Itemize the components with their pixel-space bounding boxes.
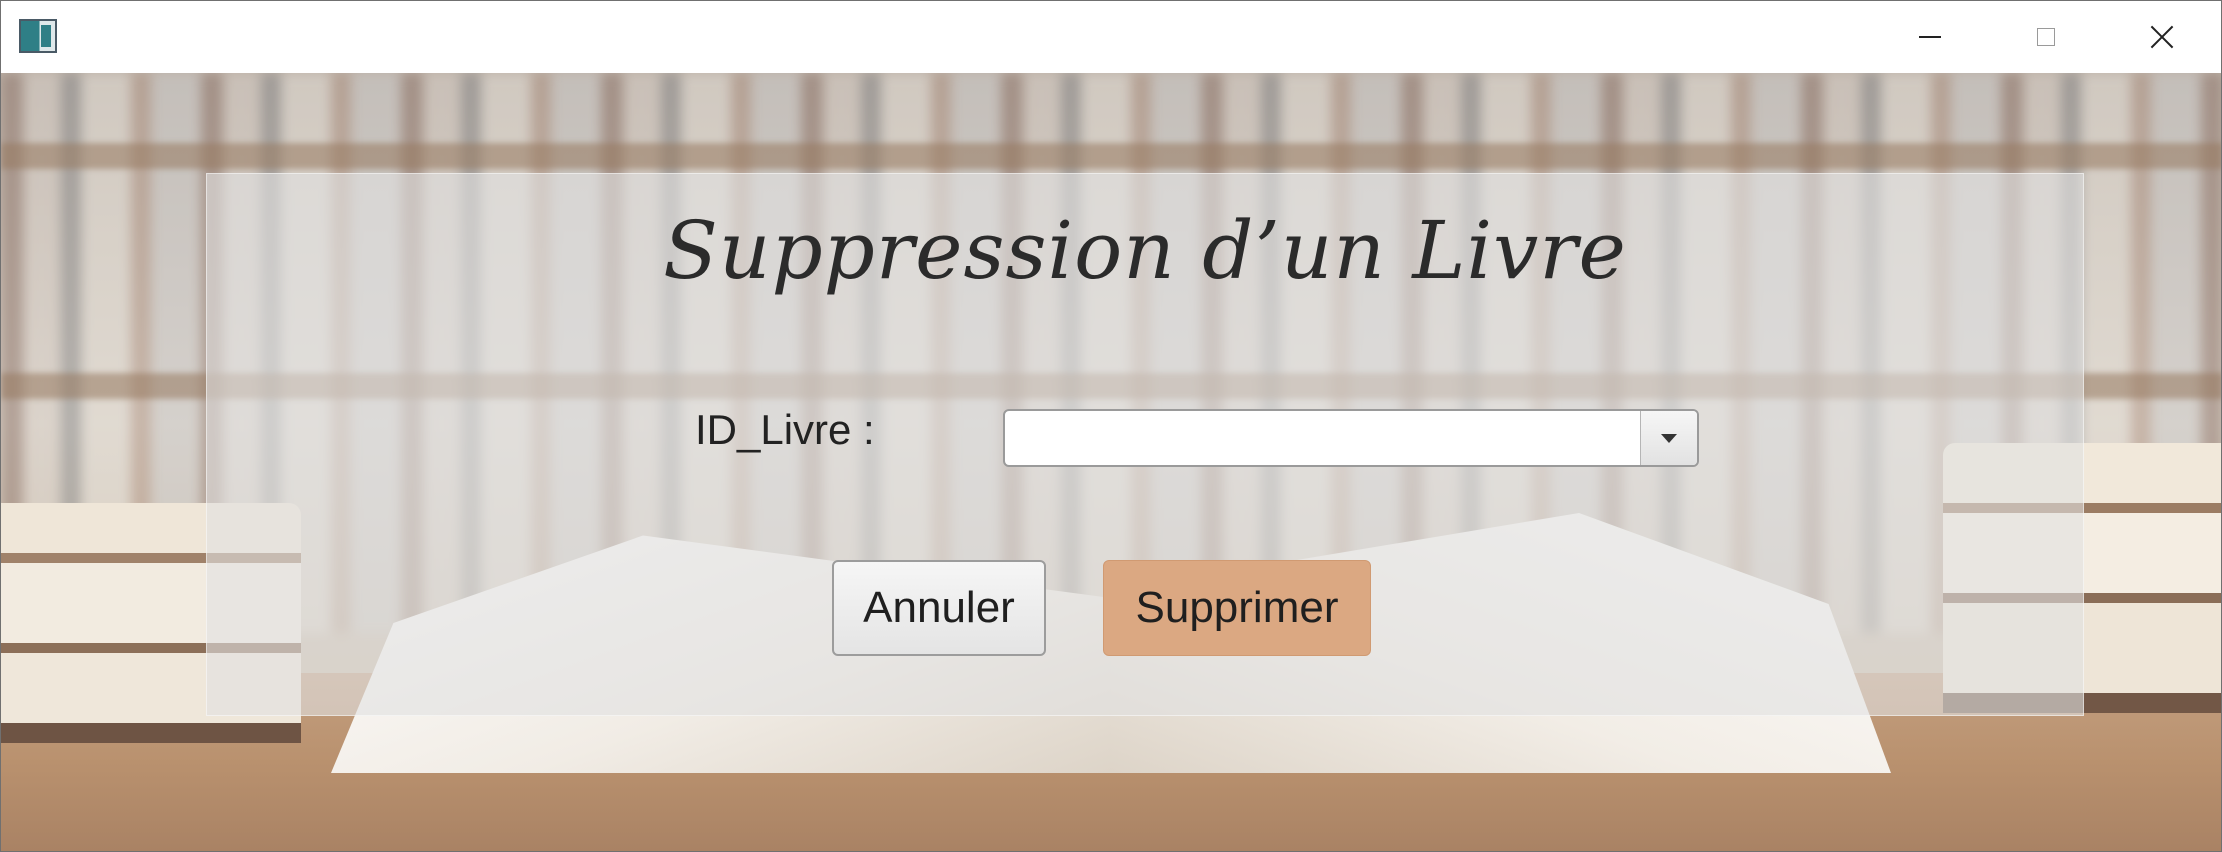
minimize-icon	[1919, 36, 1941, 38]
id-livre-combobox[interactable]	[1003, 409, 1699, 467]
app-window: Suppression d’un Livre ID_Livre : Annule…	[0, 0, 2222, 852]
title-bar[interactable]	[1, 1, 2221, 73]
delete-book-panel: Suppression d’un Livre ID_Livre : Annule…	[206, 173, 2084, 716]
chevron-down-icon	[1661, 433, 1677, 443]
maximize-icon	[2037, 28, 2055, 46]
app-icon[interactable]	[19, 19, 57, 53]
close-icon	[2151, 26, 2173, 48]
minimize-button[interactable]	[1872, 1, 1988, 73]
close-button[interactable]	[2104, 1, 2220, 73]
cancel-button[interactable]: Annuler	[832, 560, 1046, 656]
shelf-plank	[1, 143, 2221, 169]
maximize-button[interactable]	[1988, 1, 2104, 73]
dropdown-button[interactable]	[1640, 411, 1697, 465]
delete-button[interactable]: Supprimer	[1103, 560, 1371, 656]
id-livre-value[interactable]	[1005, 411, 1641, 465]
id-livre-label: ID_Livre :	[695, 406, 875, 453]
page-title: Suppression d’un Livre	[663, 204, 1627, 297]
